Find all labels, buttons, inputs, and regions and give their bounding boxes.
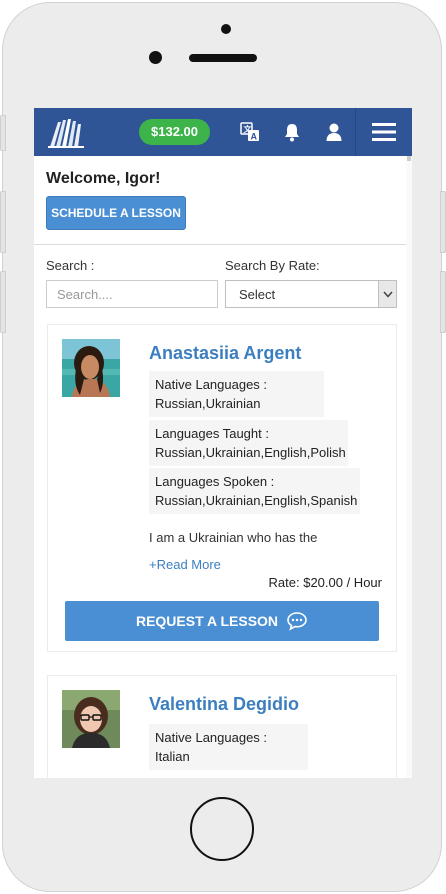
section-divider [34,244,406,245]
chevron-down-icon[interactable] [378,281,396,307]
native-languages-label: Native Languages : [155,377,268,392]
languages-taught-box: Languages Taught : Russian,Ukrainian,Eng… [149,420,348,466]
native-languages-box: Native Languages : Italian [149,724,308,770]
native-languages-box: Native Languages : Russian,Ukrainian [149,371,324,417]
proximity-sensor [149,51,162,64]
bell-icon[interactable] [280,120,304,144]
scrollbar-track[interactable] [406,156,412,778]
request-lesson-label: REQUEST A LESSON [135,613,279,629]
languages-taught-label: Languages Taught : [155,426,269,441]
request-lesson-button[interactable]: REQUEST A LESSON [65,601,379,641]
side-button-volume-down [0,271,6,333]
search-input[interactable] [46,280,218,308]
logo-icon[interactable] [46,116,86,148]
front-camera [221,24,231,34]
balance-badge[interactable]: $132.00 [139,119,210,145]
schedule-lesson-button[interactable]: SCHEDULE A LESSON [46,196,186,230]
menu-icon[interactable] [355,108,412,156]
welcome-message: Welcome, Igor! [46,170,161,187]
side-button-volume-up [0,191,6,253]
side-button-right [440,271,446,333]
scrollbar-thumb[interactable] [407,156,411,161]
rate-filter-label: Search By Rate: [225,258,320,273]
home-button[interactable] [190,797,254,861]
top-navbar: $132.00 文 A [34,108,412,156]
read-more-link[interactable]: +Read More [149,557,221,572]
tutor-name[interactable]: Valentina Degidio [149,694,299,715]
languages-taught-value: Russian,Ukrainian,English,Polish [155,445,346,460]
translate-icon[interactable]: 文 A [238,120,262,144]
native-languages-value: Russian,Ukrainian [155,396,261,411]
user-icon[interactable] [322,120,346,144]
side-button-power [440,191,446,253]
languages-spoken-value: Russian,Ukrainian,English,Spanish [155,493,358,508]
languages-spoken-box: Languages Spoken : Russian,Ukrainian,Eng… [149,468,360,514]
native-languages-value: Native Languages : Italian [155,730,268,764]
earpiece-speaker [189,54,257,62]
tutor-rate: Rate: $20.00 / Hour [268,575,382,590]
tutor-bio: I am a Ukrainian who has the [149,530,318,545]
tutor-card: Anastasiia Argent Native Languages : Rus… [47,324,397,652]
side-button-top [0,115,6,151]
tutor-name[interactable]: Anastasiia Argent [149,343,301,364]
rate-select-value: Select [239,287,276,302]
tutor-avatar[interactable] [62,690,120,748]
languages-spoken-label: Languages Spoken : [155,474,275,489]
tutor-card: Valentina Degidio Native Languages : Ita… [47,675,397,778]
app-screen: $132.00 文 A Welcome, Igor! SCHEDULE A LE… [34,108,412,778]
tutor-avatar[interactable] [62,339,120,397]
chat-bubble-icon [286,611,308,631]
search-label: Search : [46,258,95,273]
rate-select[interactable]: Select [225,280,397,308]
svg-text:A: A [251,132,258,142]
